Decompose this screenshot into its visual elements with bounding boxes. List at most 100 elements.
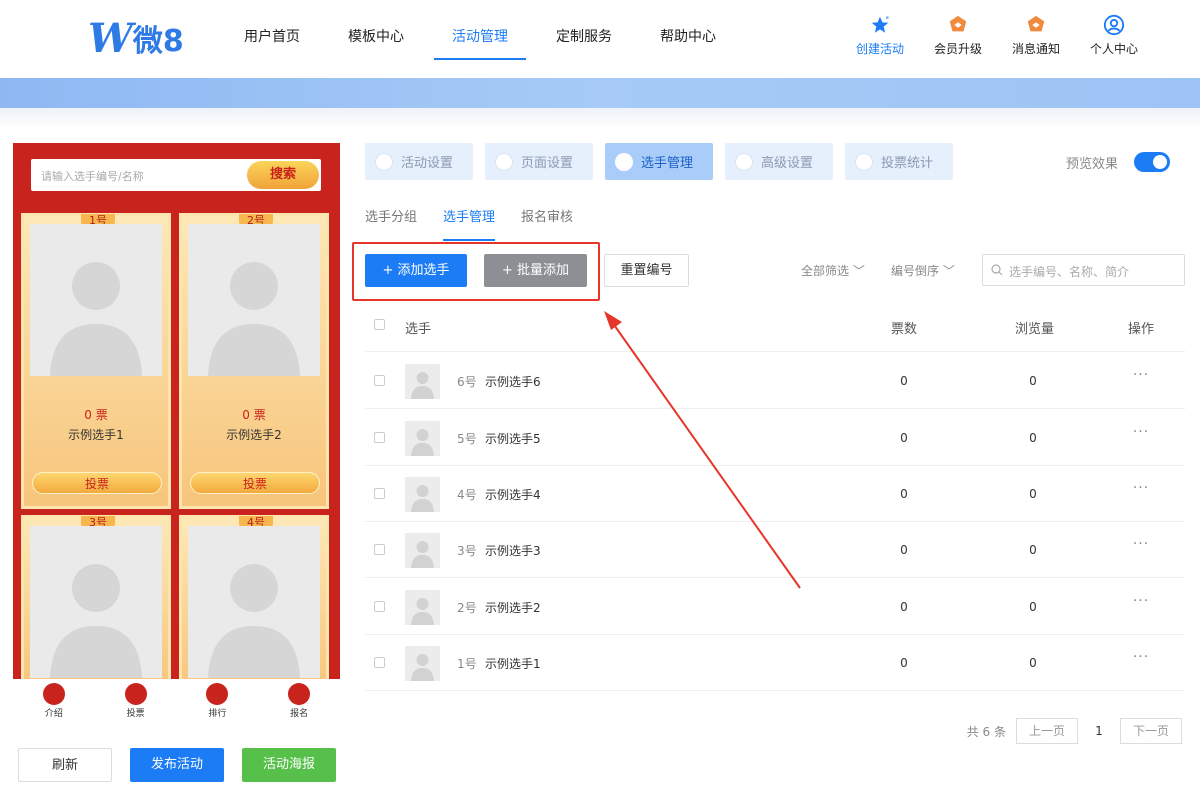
player-name: 示例选手2: [485, 601, 541, 615]
top-nav: W 微8 用户首页 模板中心 活动管理 定制服务 帮助中心 创建活动 会员升级 …: [0, 0, 1200, 78]
signup-icon: [288, 683, 311, 705]
row-checkbox[interactable]: [374, 544, 385, 555]
preview-tab-intro[interactable]: 介绍: [13, 679, 95, 719]
subtab-player-groups[interactable]: 选手分组: [365, 206, 417, 241]
batch-add-button[interactable]: + 批量添加: [484, 254, 587, 287]
create-activity-button[interactable]: 创建活动: [854, 14, 906, 57]
table-header: 选手 票数 浏览量 操作: [365, 310, 1185, 352]
vote-icon: [124, 683, 147, 705]
preview-tab-rank[interactable]: 排行: [177, 679, 259, 719]
preview-search-button[interactable]: 搜索: [247, 161, 319, 189]
preview-tab-vote[interactable]: 投票: [95, 679, 177, 719]
avatar: [405, 364, 440, 399]
player-number: 4号: [457, 488, 477, 502]
prev-page-button[interactable]: 上一页: [1015, 718, 1078, 744]
row-checkbox[interactable]: [374, 657, 385, 668]
view-count: 0: [1029, 487, 1037, 501]
preview-toggle-group: 预览效果: [1066, 152, 1171, 172]
select-all-checkbox[interactable]: [374, 319, 385, 330]
avatar-placeholder: [188, 224, 320, 376]
preview-card[interactable]: 2号 0 票 示例选手2 投票: [179, 213, 329, 509]
row-checkbox[interactable]: [374, 375, 385, 386]
profile-label: 个人中心: [1089, 42, 1138, 56]
reset-numbers-button[interactable]: 重置编号: [604, 254, 689, 287]
card-votes: 0 票: [84, 408, 108, 422]
next-page-button[interactable]: 下一页: [1119, 718, 1182, 744]
person-silhouette-icon: [411, 541, 434, 568]
vote-count: 0: [900, 487, 908, 501]
create-activity-label: 创建活动: [855, 42, 904, 56]
star-icon: [871, 16, 889, 33]
sort-dropdown[interactable]: 编号倒序 ﹀: [891, 262, 955, 279]
more-actions-button[interactable]: ···: [1129, 424, 1153, 440]
avatar-placeholder: [30, 526, 162, 678]
logo[interactable]: W 微8: [88, 15, 184, 62]
profile-button[interactable]: 个人中心: [1088, 14, 1140, 57]
tab-player-management[interactable]: 选手管理: [605, 143, 713, 180]
avatar-placeholder: [30, 224, 162, 376]
tab-label: 介绍: [44, 709, 63, 719]
preview-toggle[interactable]: [1134, 152, 1171, 172]
player-number: 1号: [457, 657, 477, 671]
table-row: 1号 示例选手1 0 0 ···: [365, 635, 1185, 691]
avatar: [405, 477, 440, 512]
more-actions-button[interactable]: ···: [1129, 649, 1153, 665]
filter-all-dropdown[interactable]: 全部筛选 ﹀: [801, 262, 865, 279]
view-count: 0: [1029, 656, 1037, 670]
preview-tab-signup[interactable]: 报名: [258, 679, 340, 719]
more-actions-button[interactable]: ···: [1129, 367, 1153, 383]
player-number: 6号: [457, 375, 477, 389]
player-search-input[interactable]: 选手编号、名称、简介: [982, 254, 1185, 286]
more-actions-button[interactable]: ···: [1129, 480, 1153, 496]
menu-item-custom[interactable]: 定制服务: [532, 0, 636, 78]
person-silhouette-icon: [411, 372, 434, 399]
tab-page-settings[interactable]: 页面设置: [485, 143, 593, 180]
row-checkbox[interactable]: [374, 488, 385, 499]
refresh-button[interactable]: 刷新: [18, 748, 112, 782]
menu-item-activity[interactable]: 活动管理: [428, 0, 532, 78]
activity-poster-button[interactable]: 活动海报: [242, 748, 336, 782]
publish-activity-button[interactable]: 发布活动: [130, 748, 224, 782]
member-upgrade-button[interactable]: 会员升级: [932, 14, 984, 57]
row-checkbox[interactable]: [374, 601, 385, 612]
tab-activity-settings[interactable]: 活动设置: [365, 143, 473, 180]
vote-button[interactable]: 投票: [190, 472, 320, 494]
subtab-player-management[interactable]: 选手管理: [443, 206, 496, 241]
step-label: 投票统计: [881, 156, 934, 171]
header-views: 浏览量: [1015, 322, 1055, 337]
filter-label: 全部筛选: [801, 264, 850, 278]
subtab-signup-review[interactable]: 报名审核: [521, 206, 573, 241]
tab-label: 排行: [208, 709, 227, 719]
more-actions-button[interactable]: ···: [1129, 536, 1153, 552]
tab-advanced-settings[interactable]: 高级设置: [725, 143, 833, 180]
preview-tabbar: 介绍 投票 排行 报名: [13, 679, 340, 719]
more-actions-button[interactable]: ···: [1129, 593, 1153, 609]
vote-button[interactable]: 投票: [32, 472, 162, 494]
preview-card[interactable]: 3号: [21, 515, 171, 679]
nav-actions: 创建活动 会员升级 消息通知 个人中心: [854, 14, 1140, 57]
preview-card[interactable]: 1号 0 票 示例选手1 投票: [21, 213, 171, 509]
chevron-down-icon: ﹀: [942, 264, 955, 278]
step-label: 活动设置: [401, 156, 454, 171]
card-votes: 0 票: [242, 408, 266, 422]
row-checkbox[interactable]: [374, 432, 385, 443]
crown-badge-icon: [949, 15, 967, 32]
tab-vote-statistics[interactable]: 投票统计: [845, 143, 953, 180]
user-icon: [1103, 14, 1125, 36]
preview-toggle-label: 预览效果: [1066, 156, 1119, 172]
add-player-button[interactable]: + 添加选手: [365, 254, 467, 287]
person-silhouette-icon: [50, 262, 142, 376]
person-silhouette-icon: [208, 262, 300, 376]
menu-item-help[interactable]: 帮助中心: [636, 0, 740, 78]
notifications-button[interactable]: 消息通知: [1010, 14, 1062, 57]
preview-card[interactable]: 4号: [179, 515, 329, 679]
menu-item-home[interactable]: 用户首页: [220, 0, 324, 78]
menu-item-templates[interactable]: 模板中心: [324, 0, 428, 78]
settings-icon: [375, 152, 393, 171]
card-name: 示例选手1: [68, 428, 124, 442]
pagination: 共 6 条 上一页 1 下一页: [967, 718, 1182, 744]
person-icon: [615, 152, 633, 171]
page-icon: [495, 152, 513, 171]
view-count: 0: [1029, 431, 1037, 445]
current-page[interactable]: 1: [1088, 724, 1110, 738]
